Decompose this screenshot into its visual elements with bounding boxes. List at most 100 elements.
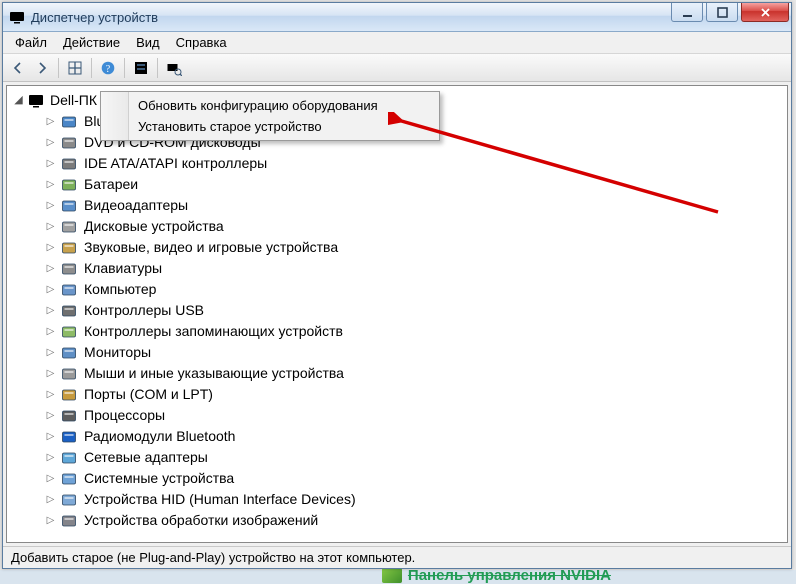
window-title: Диспетчер устройств: [31, 10, 158, 25]
expand-icon[interactable]: ▷: [45, 216, 56, 237]
tree-category[interactable]: ▷ Мониторы: [7, 342, 787, 363]
menu-view[interactable]: Вид: [128, 33, 168, 52]
category-icon: [61, 219, 79, 235]
expand-icon[interactable]: ▷: [45, 195, 56, 216]
tree-category[interactable]: ▷ Контроллеры USB: [7, 300, 787, 321]
maximize-button[interactable]: [706, 3, 738, 22]
tree-category[interactable]: ▷IDE ATA/ATAPI контроллеры: [7, 153, 787, 174]
ctx-add-legacy-hardware[interactable]: Установить старое устройство: [104, 116, 436, 137]
expand-icon[interactable]: ▷: [45, 174, 56, 195]
category-label: Батареи: [84, 174, 138, 195]
expand-icon[interactable]: ▷: [45, 405, 56, 426]
tree-category[interactable]: ▷ Устройства HID (Human Interface Devices…: [7, 489, 787, 510]
expand-icon[interactable]: ▷: [45, 132, 56, 153]
show-hidden-button[interactable]: [64, 57, 86, 79]
category-icon: [61, 366, 79, 382]
expand-icon[interactable]: ▷: [45, 111, 56, 132]
device-tree: ◢ Dell-ПК ▷Bluetooth-адаптеры▷DVD и CD-R…: [7, 86, 787, 539]
category-label: Клавиатуры: [84, 258, 162, 279]
category-label: Устройства обработки изображений: [84, 510, 318, 531]
expand-icon[interactable]: ▷: [45, 468, 56, 489]
svg-text:?: ?: [106, 64, 111, 75]
category-icon: [61, 429, 79, 445]
toolbar-separator: [124, 58, 125, 78]
expand-icon[interactable]: ▷: [45, 300, 56, 321]
category-icon: [61, 345, 79, 361]
category-label: Порты (COM и LPT): [84, 384, 213, 405]
tree-category[interactable]: ▷ Порты (COM и LPT): [7, 384, 787, 405]
tree-category[interactable]: ▷ Контроллеры запоминающих устройств: [7, 321, 787, 342]
toolbar-separator: [58, 58, 59, 78]
expand-icon[interactable]: ▷: [45, 489, 56, 510]
category-icon: [61, 198, 79, 214]
menu-help[interactable]: Справка: [168, 33, 235, 52]
category-label: Контроллеры USB: [84, 300, 204, 321]
minimize-button[interactable]: [671, 3, 703, 22]
tree-category[interactable]: ▷ Сетевые адаптеры: [7, 447, 787, 468]
tree-category[interactable]: ▷Мыши и иные указывающие устройства: [7, 363, 787, 384]
category-icon: [61, 282, 79, 298]
menu-action[interactable]: Действие: [55, 33, 128, 52]
category-icon: [61, 156, 79, 172]
category-label: Мониторы: [84, 342, 151, 363]
category-label: Устройства HID (Human Interface Devices): [84, 489, 356, 510]
expand-icon[interactable]: ▷: [45, 153, 56, 174]
tree-panel[interactable]: ◢ Dell-ПК ▷Bluetooth-адаптеры▷DVD и CD-R…: [6, 85, 788, 543]
category-icon: [61, 261, 79, 277]
tree-category[interactable]: ▷Видеоадаптеры: [7, 195, 787, 216]
expand-icon[interactable]: ▷: [45, 384, 56, 405]
category-icon: [61, 513, 79, 529]
category-icon: [61, 324, 79, 340]
tree-category[interactable]: ▷ Клавиатуры: [7, 258, 787, 279]
expand-icon[interactable]: ▷: [45, 510, 56, 531]
expand-icon[interactable]: ▷: [45, 237, 56, 258]
toolbar-separator: [157, 58, 158, 78]
category-icon: [61, 387, 79, 403]
category-label: Дисковые устройства: [84, 216, 224, 237]
tree-category[interactable]: ▷ Батареи: [7, 174, 787, 195]
menubar: Файл Действие Вид Справка: [3, 32, 791, 54]
close-button[interactable]: [741, 3, 789, 22]
expand-icon[interactable]: ▷: [45, 447, 56, 468]
category-label: Процессоры: [84, 405, 165, 426]
expand-icon[interactable]: ▷: [45, 363, 56, 384]
tree-category[interactable]: ▷ Устройства обработки изображений: [7, 510, 787, 531]
titlebar[interactable]: Диспетчер устройств: [3, 3, 791, 32]
tree-category[interactable]: ▷ Процессоры: [7, 405, 787, 426]
expand-icon[interactable]: ▷: [45, 426, 56, 447]
category-icon: [61, 408, 79, 424]
tree-category[interactable]: ▷ Дисковые устройства: [7, 216, 787, 237]
category-label: Компьютер: [84, 279, 156, 300]
properties-button[interactable]: [130, 57, 152, 79]
back-button[interactable]: [7, 57, 29, 79]
collapse-icon[interactable]: ◢: [13, 90, 24, 111]
nvidia-link-text: Панель управления NVIDIA: [408, 567, 611, 584]
category-icon: [61, 177, 79, 193]
category-icon: [61, 471, 79, 487]
category-label: Контроллеры запоминающих устройств: [84, 321, 343, 342]
toolbar: ?: [3, 54, 791, 82]
ctx-scan-hardware[interactable]: Обновить конфигурацию оборудования: [104, 95, 436, 116]
category-label: Системные устройства: [84, 468, 234, 489]
category-label: Радиомодули Bluetooth: [84, 426, 235, 447]
nvidia-control-panel-link[interactable]: Панель управления NVIDIA: [382, 567, 611, 584]
expand-icon[interactable]: ▷: [45, 279, 56, 300]
expand-icon[interactable]: ▷: [45, 258, 56, 279]
expand-icon[interactable]: ▷: [45, 342, 56, 363]
forward-button[interactable]: [31, 57, 53, 79]
tree-category[interactable]: ▷ Системные устройства: [7, 468, 787, 489]
tree-category[interactable]: ▷Звуковые, видео и игровые устройства: [7, 237, 787, 258]
statusbar: Добавить старое (не Plug-and-Play) устро…: [3, 546, 791, 568]
category-label: Сетевые адаптеры: [84, 447, 208, 468]
expand-icon[interactable]: ▷: [45, 321, 56, 342]
tree-category[interactable]: ▷ Радиомодули Bluetooth: [7, 426, 787, 447]
category-icon: [61, 450, 79, 466]
context-menu: Обновить конфигурацию оборудования Устан…: [100, 91, 440, 141]
tree-category[interactable]: ▷ Компьютер: [7, 279, 787, 300]
app-icon: [9, 9, 25, 25]
scan-hardware-button[interactable]: [163, 57, 185, 79]
help-button[interactable]: ?: [97, 57, 119, 79]
device-manager-window: Диспетчер устройств Файл Действие Вид Сп…: [2, 2, 792, 569]
window-buttons: [671, 3, 789, 22]
menu-file[interactable]: Файл: [7, 33, 55, 52]
